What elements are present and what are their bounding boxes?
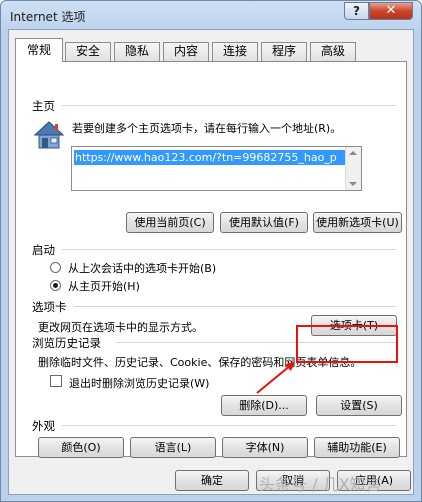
divider <box>74 306 396 307</box>
dialog-client: 常规 安全 隐私 内容 连接 程序 高级 主页 若要创建多个主页选项卡，请在每行 <box>8 29 414 495</box>
tabs-description: 更改网页在选项卡中的显示方式。 <box>38 321 203 334</box>
divider <box>62 425 396 426</box>
startup-homepage-radio[interactable] <box>50 280 61 291</box>
general-tab-panel: 主页 若要创建多个主页选项卡，请在每行输入一个地址(R)。 https://ww… <box>15 61 407 458</box>
homepage-description: 若要创建多个主页选项卡，请在每行输入一个地址(R)。 <box>72 122 342 135</box>
use-new-tab-button[interactable]: 使用新选项卡(U) <box>313 212 402 233</box>
home-icon <box>33 120 65 150</box>
tab-security[interactable]: 安全 <box>65 42 111 61</box>
tab-privacy[interactable]: 隐私 <box>114 42 160 61</box>
history-settings-button[interactable]: 设置(S) <box>316 395 402 416</box>
appearance-label: 外观 <box>32 419 55 433</box>
divider <box>62 249 396 250</box>
startup-homepage-label[interactable]: 从主页开始(H) <box>68 278 140 294</box>
colors-button[interactable]: 颜色(O) <box>38 437 124 458</box>
delete-on-exit-checkbox[interactable] <box>50 375 62 387</box>
startup-last-session-label[interactable]: 从上次会话中的选项卡开始(B) <box>68 260 216 276</box>
homepage-url-text: https://www.hao123.com/?tn=99682755_hao_… <box>74 150 347 165</box>
url-scrollbar[interactable] <box>345 147 361 190</box>
homepage-url-field[interactable]: https://www.hao123.com/?tn=99682755_hao_… <box>71 146 362 191</box>
help-button[interactable]: ? <box>344 2 369 20</box>
tab-general[interactable]: 常规 <box>15 38 63 62</box>
history-label: 浏览历史记录 <box>32 336 101 350</box>
languages-button[interactable]: 语言(L) <box>130 437 216 458</box>
delete-on-exit-label[interactable]: 退出时删除浏览历史记录(W) <box>69 375 209 391</box>
tab-advanced[interactable]: 高级 <box>310 42 356 61</box>
tabs-section-label: 选项卡 <box>32 300 67 314</box>
window-title: Internet 选项 <box>10 10 86 24</box>
delete-history-button[interactable]: 删除(D)... <box>221 395 307 416</box>
annotation-arrow-icon <box>256 361 295 394</box>
ok-button[interactable]: 确定 <box>175 470 249 491</box>
scroll-down-icon[interactable] <box>349 182 357 186</box>
startup-label: 启动 <box>32 243 55 257</box>
tab-connections[interactable]: 连接 <box>212 42 258 61</box>
close-button[interactable]: ✕ <box>369 2 413 20</box>
tab-programs[interactable]: 程序 <box>261 42 307 61</box>
highlight-box <box>296 325 398 363</box>
title-bar[interactable]: Internet 选项 ? ✕ <box>1 1 421 29</box>
accessibility-button[interactable]: 辅助功能(E) <box>314 437 400 458</box>
scroll-up-icon[interactable] <box>349 151 357 155</box>
use-default-button[interactable]: 使用默认值(F) <box>220 212 308 233</box>
use-current-button[interactable]: 使用当前页(C) <box>126 212 214 233</box>
homepage-label: 主页 <box>32 99 55 113</box>
fonts-button[interactable]: 字体(N) <box>222 437 308 458</box>
divider <box>62 105 396 106</box>
internet-options-window: Internet 选项 ? ✕ 常规 安全 隐私 内容 连接 程序 高级 主页 <box>0 0 422 502</box>
watermark: 头条号 / 几X知言 <box>259 475 382 494</box>
startup-last-session-radio[interactable] <box>50 262 61 273</box>
tab-content[interactable]: 内容 <box>163 42 209 61</box>
